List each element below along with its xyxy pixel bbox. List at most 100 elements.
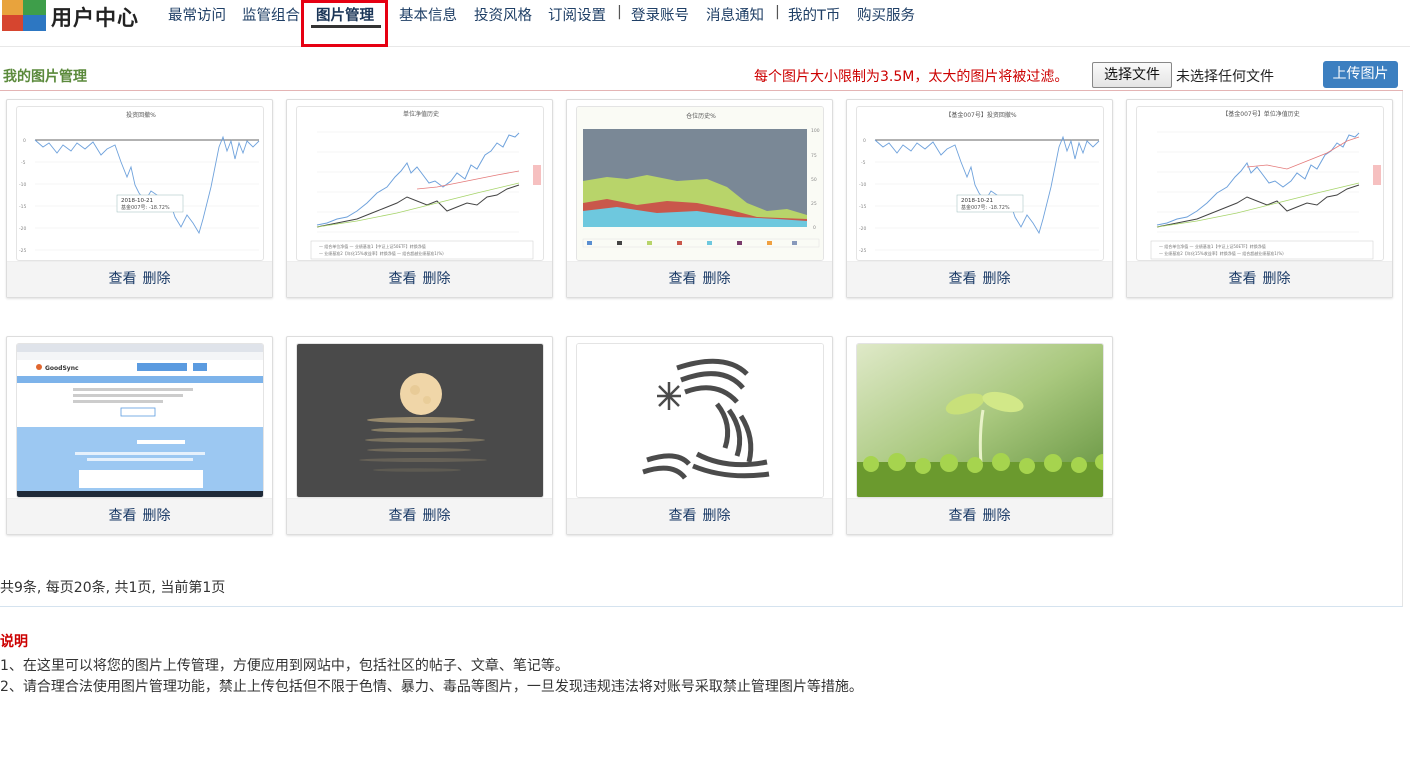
logo-icon[interactable] xyxy=(0,0,48,31)
image-thumbnail[interactable]: 投资回撤% 2018-10-21 基金007号: -18.72% 0 -5 -10 -… xyxy=(16,106,264,261)
view-link[interactable]: 查看 xyxy=(669,271,697,287)
svg-text:基金007号: -18.72%: 基金007号: -18.72% xyxy=(121,204,170,211)
thumbnail-caption: 单位净值历史 xyxy=(403,110,439,118)
brand-title[interactable]: 用户中心 xyxy=(51,2,139,32)
position-history-chart-image: 仓位历史% 100 75 50 25 0 xyxy=(577,107,823,260)
nav-item-portfolio[interactable]: 监管组合 xyxy=(242,4,300,25)
view-link[interactable]: 查看 xyxy=(389,271,417,287)
nav-item-tcoin[interactable]: 我的T币 xyxy=(788,4,840,25)
delete-link[interactable]: 删除 xyxy=(983,508,1011,524)
choose-file-button[interactable]: 选择文件 xyxy=(1092,62,1172,88)
svg-text:-20: -20 xyxy=(859,226,866,232)
image-thumbnail[interactable]: GoodSync xyxy=(16,343,264,498)
card-actions: 查看 删除 xyxy=(7,498,272,534)
drawdown-chart-image: 投资回撤% 2018-10-21 基金007号: -18.72% 0 -5 -10 -… xyxy=(19,111,260,254)
svg-text:-25: -25 xyxy=(859,248,866,254)
image-thumbnail[interactable]: 【基金007号】单位净值历史 — 组合单位净值 — 业绩基准1【中证上证50ET… xyxy=(1136,106,1384,261)
image-gallery: 投资回撤% 2018-10-21 基金007号: -18.72% 0 -5 -10 -… xyxy=(0,91,1403,607)
top-header: 用户中心 最常访问 监管组合 图片管理 基本信息 投资风格 订阅设置 | 登录账… xyxy=(0,0,1410,47)
thumbnail-caption: 仓位历史% xyxy=(686,112,716,120)
seedling-photo-image xyxy=(857,344,1103,497)
moon-photo-image xyxy=(297,344,543,497)
striped-logo-image xyxy=(577,344,823,497)
view-link[interactable]: 查看 xyxy=(949,508,977,524)
image-card: 查看 删除 xyxy=(846,336,1113,535)
card-actions: 查看 删除 xyxy=(567,498,832,534)
thumbnail-caption: 【基金007号】投资回撤% xyxy=(945,111,1016,119)
svg-text:100: 100 xyxy=(811,128,820,134)
delete-link[interactable]: 删除 xyxy=(143,508,171,524)
card-actions: 查看 删除 xyxy=(1127,261,1392,297)
svg-text:75: 75 xyxy=(811,153,817,159)
nav-item-frequent[interactable]: 最常访问 xyxy=(168,4,226,25)
view-link[interactable]: 查看 xyxy=(669,508,697,524)
svg-text:基金007号: -18.72%: 基金007号: -18.72% xyxy=(961,204,1010,211)
delete-link[interactable]: 删除 xyxy=(423,271,451,287)
svg-text:-10: -10 xyxy=(19,182,26,188)
nav-item-messages[interactable]: 消息通知 xyxy=(706,4,764,25)
fund-nav-history-chart-image: 【基金007号】单位净值历史 — 组合单位净值 — 业绩基准1【中证上证50ET… xyxy=(1150,110,1381,260)
svg-text:2018-10-21: 2018-10-21 xyxy=(961,198,993,204)
delete-link[interactable]: 删除 xyxy=(423,508,451,524)
nav-item-basic-info[interactable]: 基本信息 xyxy=(399,4,457,25)
website-screenshot-image: GoodSync xyxy=(17,344,263,497)
image-card: 单位净值历史 — 组合单位净值 — 业绩基准1【中证上证50ETF】转换净值 —… xyxy=(286,99,553,298)
pagination-info: 共9条, 每页20条, 共1页, 当前第1页 xyxy=(0,580,226,596)
thumbnail-caption: 【基金007号】单位净值历史 xyxy=(1222,110,1299,118)
svg-text:2018-10-21: 2018-10-21 xyxy=(121,198,153,204)
nav-history-chart-image: 单位净值历史 — 组合单位净值 — 业绩基准1【中证上证50ETF】转换净值 —… xyxy=(310,110,541,260)
nav-item-invest-style[interactable]: 投资风格 xyxy=(474,4,532,25)
image-card: GoodSync 查看 删除 xyxy=(6,336,273,535)
image-thumbnail[interactable]: 【基金007号】投资回撤% 2018-10-21 基金007号: -18.72%… xyxy=(856,106,1104,261)
nav-item-login-account[interactable]: 登录账号 xyxy=(631,4,689,25)
upload-image-button[interactable]: 上传图片 xyxy=(1323,61,1398,88)
svg-text:25: 25 xyxy=(811,201,817,207)
card-actions: 查看 删除 xyxy=(567,261,832,297)
svg-text:0: 0 xyxy=(813,225,816,231)
view-link[interactable]: 查看 xyxy=(949,271,977,287)
image-thumbnail[interactable]: 仓位历史% 100 75 50 25 0 xyxy=(576,106,824,261)
card-actions: 查看 删除 xyxy=(7,261,272,297)
note-item: 2、请合理合法使用图片管理功能，禁止上传包括但不限于色情、暴力、毒品等图片，一旦… xyxy=(0,679,863,695)
svg-text:— 组合单位净值 — 业绩基准1【中证上证50ETF】转换净: — 组合单位净值 — 业绩基准1【中证上证50ETF】转换净值 xyxy=(319,243,426,249)
image-card: 【基金007号】投资回撤% 2018-10-21 基金007号: -18.72%… xyxy=(846,99,1113,298)
delete-link[interactable]: 删除 xyxy=(983,271,1011,287)
thumbnail-caption: GoodSync xyxy=(45,365,79,372)
note-item: 1、在这里可以将您的图片上传管理，方便应用到网站中，包括社区的帖子、文章、笔记等… xyxy=(0,658,569,674)
image-thumbnail[interactable] xyxy=(296,343,544,498)
delete-link[interactable]: 删除 xyxy=(703,508,731,524)
view-link[interactable]: 查看 xyxy=(389,508,417,524)
file-status-text: 未选择任何文件 xyxy=(1176,69,1274,85)
svg-text:— 业绩基准2【年化15%收益率】转换净值 — 组合超越业绩: — 业绩基准2【年化15%收益率】转换净值 — 组合超越业绩基准1(%) xyxy=(319,250,444,256)
nav-item-subscription[interactable]: 订阅设置 xyxy=(548,4,606,25)
card-actions: 查看 删除 xyxy=(287,498,552,534)
notes-title: 说明 xyxy=(0,634,28,650)
svg-text:0: 0 xyxy=(23,138,26,144)
nav-item-buy-service[interactable]: 购买服务 xyxy=(857,4,915,25)
delete-link[interactable]: 删除 xyxy=(1263,271,1291,287)
svg-text:— 组合单位净值 — 业绩基准1【中证上证50ETF】转换净: — 组合单位净值 — 业绩基准1【中证上证50ETF】转换净值 xyxy=(1159,243,1266,249)
card-actions: 查看 删除 xyxy=(847,498,1112,534)
svg-text:-15: -15 xyxy=(19,204,26,210)
image-card: 查看 删除 xyxy=(286,336,553,535)
svg-text:— 业绩基准2【年化15%收益率】转换净值 — 组合超越业绩: — 业绩基准2【年化15%收益率】转换净值 — 组合超越业绩基准1(%) xyxy=(1159,250,1284,256)
thumbnail-caption: 投资回撤% xyxy=(126,111,156,119)
delete-link[interactable]: 删除 xyxy=(703,271,731,287)
highlight-box xyxy=(301,0,388,47)
image-card: 【基金007号】单位净值历史 — 组合单位净值 — 业绩基准1【中证上证50ET… xyxy=(1126,99,1393,298)
fund-drawdown-chart-image: 【基金007号】投资回撤% 2018-10-21 基金007号: -18.72%… xyxy=(859,111,1100,254)
view-link[interactable]: 查看 xyxy=(109,271,137,287)
svg-text:-10: -10 xyxy=(859,182,866,188)
image-thumbnail[interactable] xyxy=(856,343,1104,498)
image-thumbnail[interactable] xyxy=(576,343,824,498)
svg-text:50: 50 xyxy=(811,177,817,183)
view-link[interactable]: 查看 xyxy=(1229,271,1257,287)
image-thumbnail[interactable]: 单位净值历史 — 组合单位净值 — 业绩基准1【中证上证50ETF】转换净值 —… xyxy=(296,106,544,261)
delete-link[interactable]: 删除 xyxy=(143,271,171,287)
svg-text:-5: -5 xyxy=(861,160,866,166)
card-actions: 查看 删除 xyxy=(287,261,552,297)
size-limit-notice: 每个图片大小限制为3.5M，太大的图片将被过滤。 xyxy=(754,69,1069,85)
image-card: 投资回撤% 2018-10-21 基金007号: -18.72% 0 -5 -10 -… xyxy=(6,99,273,298)
view-link[interactable]: 查看 xyxy=(109,508,137,524)
svg-text:-15: -15 xyxy=(859,204,866,210)
